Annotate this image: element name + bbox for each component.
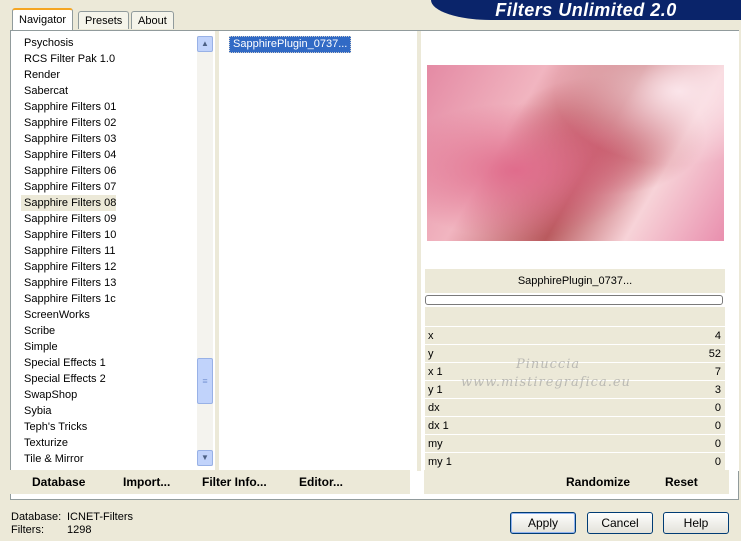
filter-category-item[interactable]: Special Effects 1 xyxy=(21,355,201,371)
import-button[interactable]: Import... xyxy=(123,470,170,494)
cancel-button[interactable]: Cancel xyxy=(587,512,653,534)
database-value: ICNET-Filters xyxy=(67,511,133,523)
filter-list-item-selected[interactable]: SapphirePlugin_0737... xyxy=(229,36,352,53)
param-value: 4 xyxy=(714,330,721,342)
filter-category-item[interactable]: Sapphire Filters 11 xyxy=(21,243,201,259)
param-value: 52 xyxy=(708,348,721,360)
filter-category-item[interactable]: Render xyxy=(21,67,201,83)
filter-category-item[interactable]: Special Effects 2 xyxy=(21,371,201,387)
preview-filter-name: SapphirePlugin_0737... xyxy=(425,269,725,293)
filters-count: 1298 xyxy=(67,524,92,536)
filter-category-item[interactable]: Psychosis xyxy=(21,35,201,51)
database-button[interactable]: Database xyxy=(32,470,85,494)
filter-category-item[interactable]: Scribe xyxy=(21,323,201,339)
filter-category-item[interactable]: RCS Filter Pak 1.0 xyxy=(21,51,201,67)
tab-about[interactable]: About xyxy=(131,11,174,29)
filter-category-item[interactable]: Sapphire Filters 01 xyxy=(21,99,201,115)
main-panel: Psychosis RCS Filter Pak 1.0 Render Saberca… xyxy=(10,30,739,500)
status-area: Database: ICNET-Filters Filters: 1298 xyxy=(11,511,133,537)
category-scrollbar[interactable]: ▲ ≡ ▼ xyxy=(197,36,213,466)
filter-category-item[interactable]: Sapphire Filters 03 xyxy=(21,131,201,147)
app-title: Filters Unlimited 2.0 xyxy=(495,0,677,20)
watermark-name: Pinuccia xyxy=(516,357,581,372)
database-label: Database: xyxy=(11,511,62,523)
filter-category-item[interactable]: Sybia xyxy=(21,403,201,419)
filter-category-item[interactable]: Sapphire Filters 04 xyxy=(21,147,201,163)
param-row[interactable]: my 0 xyxy=(425,434,725,453)
help-button[interactable]: Help xyxy=(663,512,729,534)
param-row[interactable]: my 1 0 xyxy=(425,452,725,471)
list-toolbar: Database Import... Filter Info... Editor… xyxy=(10,470,410,494)
reset-button[interactable]: Reset xyxy=(665,470,698,494)
filter-category-item[interactable]: Sapphire Filters 12 xyxy=(21,259,201,275)
filter-category-item[interactable]: Tile & Mirror xyxy=(21,451,201,467)
filter-category-item[interactable]: Texturize xyxy=(21,435,201,451)
title-banner: Filters Unlimited 2.0 xyxy=(431,0,741,20)
param-name: my xyxy=(428,438,443,450)
filter-category-item[interactable]: Sapphire Filters 10 xyxy=(21,227,201,243)
tab-navigator[interactable]: Navigator xyxy=(12,8,74,30)
param-name: y 1 xyxy=(428,384,443,396)
param-value: 0 xyxy=(714,456,721,468)
scroll-down-icon[interactable]: ▼ xyxy=(197,450,213,466)
preview-image xyxy=(427,65,724,241)
filter-category-item[interactable]: ScreenWorks xyxy=(21,307,201,323)
param-value: 3 xyxy=(714,384,721,396)
filter-category-list[interactable]: Psychosis RCS Filter Pak 1.0 Render Saberca… xyxy=(21,35,201,467)
editor-button[interactable]: Editor... xyxy=(299,470,343,494)
param-value: 7 xyxy=(714,366,721,378)
param-value: 0 xyxy=(714,402,721,414)
tab-presets[interactable]: Presets xyxy=(78,11,130,29)
filter-category-item[interactable]: SwapShop xyxy=(21,387,201,403)
param-row[interactable]: dx 0 xyxy=(425,398,725,417)
preview-area: SapphirePlugin_0737... x 4 y 52 x 17y 1 3 dx 0 d… xyxy=(421,31,739,471)
param-row[interactable]: dx 1 0 xyxy=(425,416,725,435)
param-value: 0 xyxy=(714,438,721,450)
param-name: x 1 xyxy=(428,366,443,378)
filter-category-item[interactable]: Sapphire Filters 06 xyxy=(21,163,201,179)
filter-category-item[interactable]: Simple xyxy=(21,339,201,355)
filters-label: Filters: xyxy=(11,524,44,536)
param-name: dx 1 xyxy=(428,420,449,432)
apply-button[interactable]: Apply xyxy=(510,512,576,534)
filter-category-item[interactable]: Sapphire Filters 08 xyxy=(21,195,116,211)
scroll-up-icon[interactable]: ▲ xyxy=(197,36,213,52)
filter-category-item[interactable]: Sabercat xyxy=(21,83,201,99)
param-name: dx xyxy=(428,402,440,414)
param-value: 0 xyxy=(714,420,721,432)
progress-bar xyxy=(425,295,723,305)
param-name: my 1 xyxy=(428,456,452,468)
filter-category-item[interactable]: Sapphire Filters 02 xyxy=(21,115,201,131)
watermark-url: www.mistiregrafica.eu xyxy=(461,375,631,390)
param-name: y xyxy=(428,348,434,360)
param-name: x xyxy=(428,330,434,342)
param-row[interactable]: x4 xyxy=(425,326,725,345)
randomize-button[interactable]: Randomize xyxy=(566,470,630,494)
scroll-thumb[interactable]: ≡ xyxy=(197,358,213,404)
params-header xyxy=(425,307,725,327)
filter-category-item[interactable]: Sapphire Filters 1c xyxy=(21,291,201,307)
filter-category-item[interactable]: Sapphire Filters 09 xyxy=(21,211,201,227)
filter-category-item[interactable]: Teph's Tricks xyxy=(21,419,201,435)
panel-divider xyxy=(215,31,219,471)
preview-toolbar: Randomize Reset xyxy=(424,470,729,494)
filter-info-button[interactable]: Filter Info... xyxy=(202,470,267,494)
filter-category-item[interactable]: Sapphire Filters 07 xyxy=(21,179,201,195)
filter-category-item[interactable]: Sapphire Filters 13 xyxy=(21,275,201,291)
